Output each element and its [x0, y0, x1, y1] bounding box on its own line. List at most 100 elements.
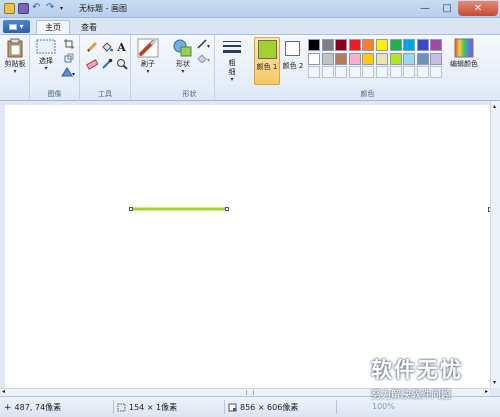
palette-swatch[interactable] — [430, 52, 443, 65]
pencil-icon — [86, 41, 97, 53]
palette-swatch-empty[interactable] — [430, 66, 443, 79]
color2-button[interactable]: 颜色 2 — [282, 37, 304, 85]
tab-home[interactable]: 主页 — [36, 20, 70, 34]
image-group: 选择 ▾ ▾ 图像 — [30, 35, 80, 101]
text-button[interactable]: A — [115, 41, 128, 54]
color1-button[interactable]: 颜色 1 — [254, 37, 280, 85]
shapes-group: 形状 ▾ ▾ ▾ 形状 — [165, 35, 215, 101]
paste-dropdown-icon: ▾ — [13, 68, 17, 75]
edit-colors-icon — [454, 38, 474, 58]
palette-swatch-empty[interactable] — [335, 66, 348, 79]
palette-swatch-empty[interactable] — [416, 66, 429, 79]
palette-swatch[interactable] — [430, 39, 443, 51]
status-separator — [113, 400, 114, 414]
fill-style-button[interactable]: ▾ — [197, 52, 213, 64]
palette-swatch-empty[interactable] — [308, 66, 320, 79]
resize-button[interactable] — [62, 52, 75, 64]
palette-swatch[interactable] — [308, 39, 320, 51]
palette-swatch-empty[interactable] — [376, 66, 388, 79]
selection-size: 154 × 1像素 — [117, 402, 177, 413]
brushes-button[interactable]: 刷子 ▾ — [136, 38, 160, 75]
vertical-scrollbar[interactable]: ▴ ▾ — [490, 101, 500, 388]
watermark-tagline: 努力解决软件问题 — [371, 390, 451, 401]
palette-swatch[interactable] — [308, 52, 320, 65]
pencil-button[interactable] — [85, 41, 98, 53]
line-size-icon — [223, 41, 241, 53]
palette-swatch[interactable] — [389, 52, 402, 65]
palette-swatch-empty[interactable] — [389, 66, 402, 79]
svg-text:▾: ▾ — [207, 57, 210, 63]
palette-swatch[interactable] — [389, 39, 402, 51]
size-dropdown-icon: ▾ — [230, 76, 234, 83]
crop-button[interactable] — [62, 38, 75, 50]
close-button[interactable]: ✕ — [458, 1, 498, 16]
outline-icon: ▾ — [197, 39, 210, 49]
selection-size-text: 154 × 1像素 — [129, 403, 178, 412]
outline-button[interactable]: ▾ — [197, 38, 213, 50]
status-separator — [336, 400, 337, 414]
maximize-button[interactable]: □ — [436, 1, 458, 16]
qat-dropdown-icon[interactable]: ▾ — [60, 3, 71, 14]
palette-swatch[interactable] — [348, 52, 361, 65]
minimize-button[interactable]: — — [414, 1, 436, 16]
size-button[interactable]: 粗细 ▾ — [221, 39, 243, 83]
palette-swatch[interactable] — [376, 52, 388, 65]
paint-menu-button[interactable]: ▾ — [3, 20, 30, 33]
palette-swatch[interactable] — [416, 39, 429, 51]
color-picker-button[interactable] — [100, 58, 113, 70]
ribbon-tabs: ▾ 主页 查看 — [0, 18, 500, 34]
palette-swatch-empty[interactable] — [348, 66, 361, 79]
palette-swatch-empty[interactable] — [403, 66, 416, 79]
save-icon[interactable] — [18, 3, 29, 14]
selection-size-icon — [117, 403, 126, 412]
palette-swatch[interactable] — [348, 39, 361, 51]
svg-text:▾: ▾ — [72, 71, 75, 77]
palette-swatch[interactable] — [403, 39, 416, 51]
clipboard-group: 剪贴板 ▾ — [0, 35, 30, 101]
canvas-size-icon — [228, 403, 237, 412]
shapes-button[interactable]: 形状 ▾ — [170, 38, 196, 75]
palette-swatch[interactable] — [321, 52, 334, 65]
magnifier-button[interactable] — [115, 58, 128, 70]
quick-access-toolbar: ↶ ↷ ▾ — [4, 3, 71, 14]
line-handle-start[interactable] — [129, 207, 133, 211]
crosshair-icon: + — [4, 402, 12, 413]
drawing-canvas[interactable] — [5, 105, 491, 388]
image-group-label: 图像 — [47, 90, 62, 98]
tools-group: A 工具 — [80, 35, 131, 101]
palette-swatch-empty[interactable] — [362, 66, 375, 79]
clipboard-icon — [7, 38, 23, 58]
eraser-button[interactable] — [85, 58, 98, 70]
eyedropper-icon — [101, 58, 112, 69]
app-icon[interactable] — [4, 3, 15, 14]
edit-colors-label: 编辑颜色 — [450, 60, 478, 68]
colors-group-label: 颜色 — [360, 90, 375, 98]
palette-swatch[interactable] — [335, 52, 348, 65]
tab-view[interactable]: 查看 — [73, 20, 105, 34]
palette-swatch[interactable] — [362, 39, 375, 51]
fill-bucket-icon — [101, 42, 113, 52]
paste-button[interactable]: 剪贴板 ▾ — [3, 38, 27, 75]
line-handle-end[interactable] — [225, 207, 229, 211]
scroll-left-icon[interactable]: ◂ — [2, 388, 5, 395]
palette-swatch[interactable] — [376, 39, 388, 51]
redo-icon[interactable]: ↷ — [46, 3, 57, 14]
scroll-up-icon[interactable]: ▴ — [493, 103, 496, 110]
scroll-thumb-grip[interactable] — [246, 390, 254, 395]
palette-swatch[interactable] — [416, 52, 429, 65]
palette-swatch[interactable] — [321, 39, 334, 51]
undo-icon[interactable]: ↶ — [32, 3, 43, 14]
magnifier-icon — [116, 59, 128, 70]
palette-swatch-empty[interactable] — [321, 66, 334, 79]
fill-button[interactable] — [100, 41, 113, 53]
size-group: 粗细 ▾ — [215, 35, 249, 101]
canvas-size-text: 856 × 606像素 — [240, 403, 299, 412]
brushes-dropdown-icon: ▾ — [146, 68, 150, 75]
rotate-button[interactable]: ▾ — [60, 66, 78, 78]
palette-swatch[interactable] — [362, 52, 375, 65]
select-rectangle-icon — [36, 39, 56, 54]
edit-colors-button[interactable]: 编辑颜色 — [444, 38, 484, 69]
palette-swatch[interactable] — [335, 39, 348, 51]
palette-swatch[interactable] — [403, 52, 416, 65]
select-button[interactable]: 选择 ▾ — [34, 39, 58, 72]
